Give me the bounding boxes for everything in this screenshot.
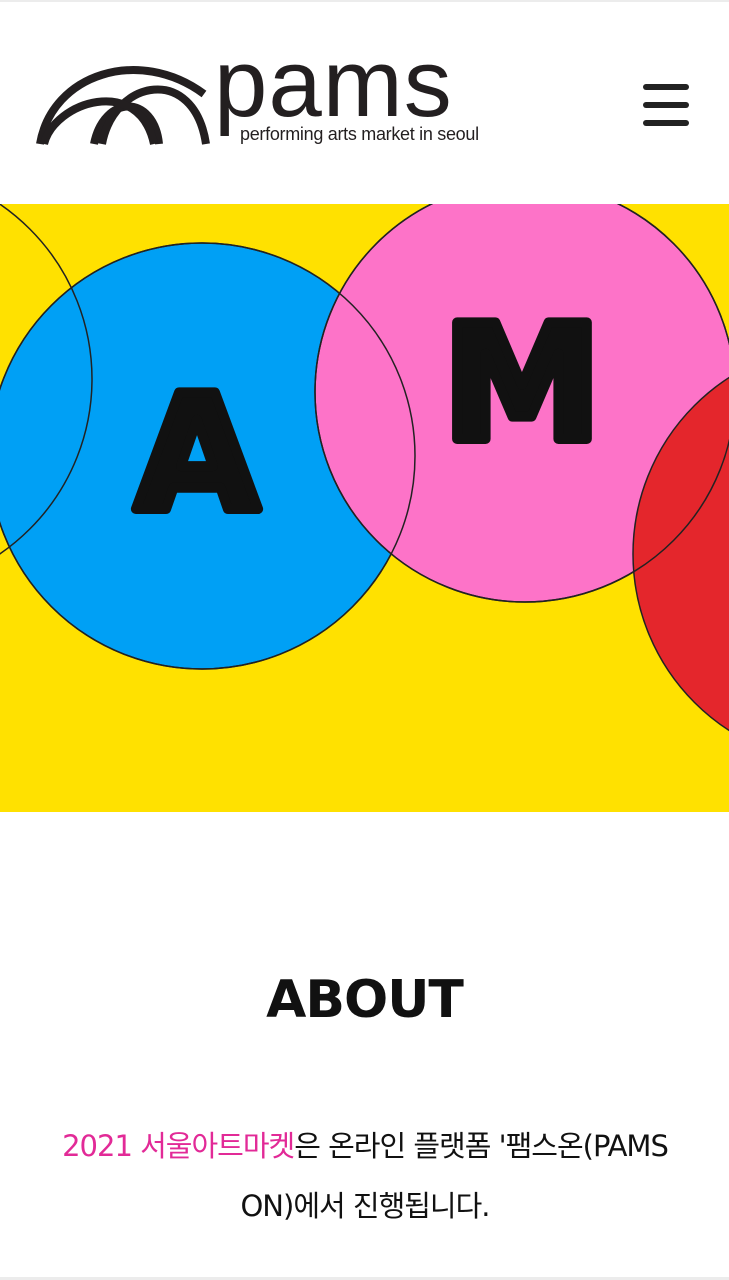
hero-letter-m: M bbox=[442, 290, 601, 477]
about-highlight-link[interactable]: 2021 서울아트마켓 bbox=[62, 1129, 295, 1163]
hero-circles-artwork: A M bbox=[0, 204, 729, 812]
logo-tagline: performing arts market in seoul bbox=[240, 124, 479, 144]
hero-banner: A M bbox=[0, 204, 729, 812]
menu-bar-top bbox=[643, 84, 689, 90]
page: pams performing arts market in seoul A M bbox=[0, 0, 729, 1280]
menu-bar-middle bbox=[643, 102, 689, 108]
logo-wordmark: pams bbox=[214, 30, 453, 137]
menu-bar-bottom bbox=[643, 120, 689, 126]
about-text-part1: 은 온라인 플랫폼 '팸스온(PAMS bbox=[294, 1129, 669, 1163]
hamburger-menu-icon[interactable] bbox=[640, 82, 692, 128]
arches-logo-icon bbox=[36, 66, 210, 146]
about-text-part2: ON)에서 진행됩니다. bbox=[240, 1189, 490, 1223]
site-header: pams performing arts market in seoul bbox=[0, 2, 729, 204]
hero-letter-a: A bbox=[135, 360, 259, 547]
pams-logo[interactable]: pams performing arts market in seoul bbox=[34, 36, 494, 154]
about-description: 2021 서울아트마켓은 온라인 플랫폼 '팸스온(PAMS ON)에서 진행됩니… bbox=[40, 1116, 690, 1236]
about-heading: ABOUT bbox=[266, 970, 464, 1030]
